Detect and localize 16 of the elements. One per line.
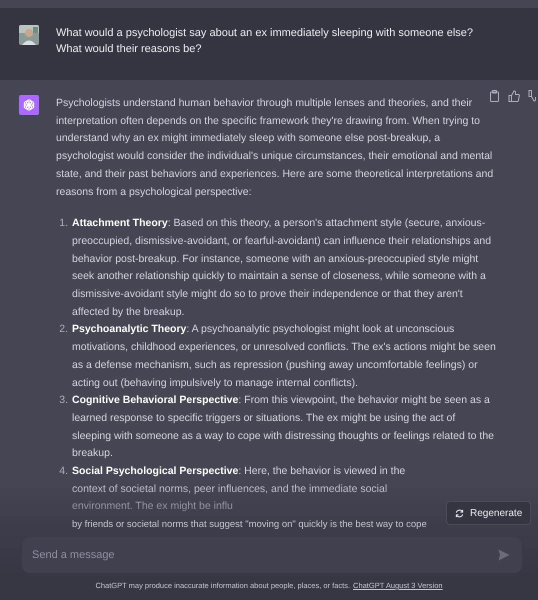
list-number: 2. xyxy=(58,322,68,338)
thumbs-up-icon[interactable] xyxy=(508,90,520,102)
intro-paragraph: Psychologists understand human behavior through multiple lenses and theories, and their interpretation often depends on the specific framework they're drawing from. When trying to understand why an ex might immediately sleep with someone else post-breakup, a psychologist would consider the individual's unique circumstances, their emotional and mental state, and their past behaviors and experiences. Here are some theoretical interpretations and reasons from a psychological perspective: xyxy=(56,96,494,200)
faded-text: by friends or societal norms that suggest "moving on" quickly is the best way to cope xyxy=(72,518,427,532)
list-item-text: Cognitive Behavioral Perspective: From this viewpoint, the behavior might be seen as a learned response to specific triggers or situations. The ex might be using the act of sleeping with someone as a way to cope with distressing thoughts or feelings related to the breakup. xyxy=(72,393,495,462)
list-number: 1. xyxy=(58,216,68,232)
list-item-text: Social Psychological Perspective: Here, the behavior is viewed in the context of societal norms, peer influences, and the immediate social environment. The ex might be influ xyxy=(72,464,406,514)
list-item-text: Psychoanalytic Theory: A psychoanalytic psychologist might look at unconscious motivations, childhood experiences, or unresolved conflicts. The ex's actions might be seen as a defense mechanism, such as repression (pushing away uncomfortable feelings) or acting out (behaving impulsively to manage internal conflicts). xyxy=(72,322,496,391)
regenerate-button[interactable]: Regenerate xyxy=(446,501,532,525)
list-number: 4. xyxy=(58,464,68,480)
clipboard-icon[interactable] xyxy=(489,90,500,102)
list-number: 3. xyxy=(58,393,68,408)
refresh-icon xyxy=(455,508,464,518)
list-item-text: Attachment Theory: Based on this theory, a person's attachment style (secure, anxious-preoccupied, dismissive-avoidant, or fearful-avoidant) can influence their relationships and behavior post-breakup. For instance, someone with an anxious-preoccupied style might seek another relationship quickly to maintain a sense of closeness, while someone with a dismissive-avoidant style might do so to prove their independence or that they aren't affected by the breakup. xyxy=(72,216,492,320)
message-field[interactable]: Send a message xyxy=(22,537,522,573)
user-message: What would a psychologist say about an ex immediately sleeping with someone else? What would their reasons be? xyxy=(56,26,474,57)
